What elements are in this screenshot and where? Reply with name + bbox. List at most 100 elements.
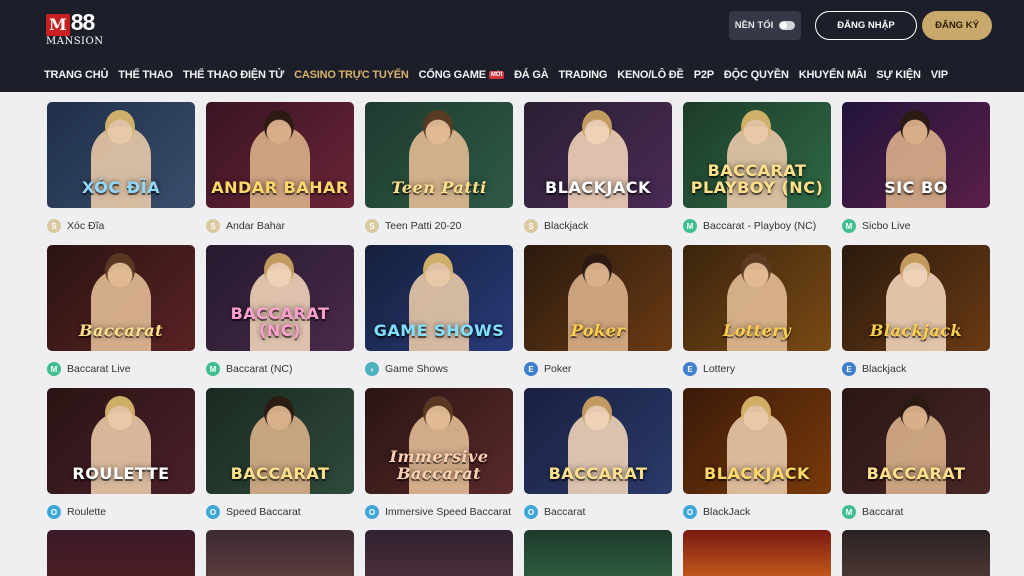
nav-item-1[interactable]: THỂ THAO <box>118 69 173 81</box>
game-name[interactable]: Speed Baccarat <box>226 506 301 518</box>
game-thumbnail[interactable]: BLACKJACK <box>683 388 831 494</box>
game-name[interactable]: Baccarat <box>862 506 903 518</box>
game-thumbnail[interactable]: BACCARAT <box>524 388 672 494</box>
game-name[interactable]: Baccarat Live <box>67 363 131 375</box>
game-card[interactable]: Lottery E Lottery <box>683 245 831 388</box>
game-card[interactable]: Immersive Baccarat O Immersive Speed Bacca… <box>365 388 513 531</box>
nav-item-label: THỂ THAO ĐIỆN TỬ <box>182 69 285 81</box>
game-thumbnail[interactable]: Teen Patti <box>365 102 513 208</box>
game-name[interactable]: Blackjack <box>544 220 588 232</box>
nav-item-7[interactable]: KENO/LÔ ĐỀ <box>617 69 684 81</box>
game-card[interactable]: BACCARAT (NC) M Baccarat (NC) <box>206 245 354 388</box>
game-name[interactable]: Blackjack <box>862 363 906 375</box>
nav-item-4[interactable]: CỔNG GAME MỚI <box>419 69 505 81</box>
game-name[interactable]: Poker <box>544 363 571 375</box>
game-name[interactable]: Andar Bahar <box>226 220 285 232</box>
game-card[interactable]: GAME SHOWS › Game Shows <box>365 245 513 388</box>
nav-item-11[interactable]: SỰ KIỆN <box>876 69 921 81</box>
game-banner-title: Teen Patti <box>391 178 487 197</box>
game-name[interactable]: Game Shows <box>385 363 448 375</box>
m88-mansion-logo[interactable]: M 88 MANSION <box>46 10 108 48</box>
nav-item-12[interactable]: VIP <box>931 69 948 81</box>
game-caption: M Baccarat - Playboy (NC) <box>683 218 831 234</box>
provider-sa-icon: S <box>47 219 61 233</box>
game-name[interactable]: Roulette <box>67 506 106 518</box>
provider-m-icon: M <box>842 505 856 519</box>
game-thumbnail[interactable]: Lottery <box>683 245 831 351</box>
game-card[interactable]: Baccarat M Baccarat Live <box>47 245 195 388</box>
game-thumbnail[interactable]: BACCARAT (NC) <box>206 245 354 351</box>
nav-item-8[interactable]: P2P <box>694 69 714 81</box>
game-card[interactable]: Blackjack E Blackjack <box>842 245 990 388</box>
game-thumbnail[interactable]: XÓC ĐĨA <box>47 102 195 208</box>
game-thumbnail[interactable]: Immersive Baccarat <box>365 388 513 494</box>
provider-sa-icon: S <box>206 219 220 233</box>
toggle-switch-icon[interactable] <box>779 21 796 30</box>
game-tile-partial[interactable] <box>47 530 195 576</box>
game-card[interactable]: BACCARAT O Speed Baccarat <box>206 388 354 531</box>
game-caption: O Immersive Speed Baccarat <box>365 504 513 520</box>
provider-arrow-icon: › <box>365 362 379 376</box>
dealer-head <box>741 253 771 287</box>
game-name[interactable]: BlackJack <box>703 506 750 518</box>
game-caption: O BlackJack <box>683 504 831 520</box>
nav-item-9[interactable]: ĐỘC QUYỀN <box>724 69 789 81</box>
game-card[interactable]: BLACKJACK O BlackJack <box>683 388 831 531</box>
game-name[interactable]: Baccarat (NC) <box>226 363 293 375</box>
game-card[interactable]: BACCARAT M Baccarat <box>842 388 990 531</box>
nav-item-10[interactable]: KHUYẾN MÃI <box>799 69 867 81</box>
game-card[interactable]: XÓC ĐĨA S Xóc Đĩa <box>47 102 195 245</box>
provider-o-icon: O <box>365 505 379 519</box>
nav-item-label: SỰ KIỆN <box>876 69 921 81</box>
game-name[interactable]: Sicbo Live <box>862 220 910 232</box>
game-name[interactable]: Lottery <box>703 363 735 375</box>
game-thumbnail[interactable]: ANDAR BAHAR <box>206 102 354 208</box>
game-thumbnail[interactable]: Poker <box>524 245 672 351</box>
game-name[interactable]: Xóc Đĩa <box>67 220 104 232</box>
game-card[interactable]: BACCARAT PLAYBOY (NC) M Baccarat - Playboy… <box>683 102 831 245</box>
game-banner-title: BACCARAT <box>866 464 966 483</box>
game-thumbnail[interactable]: SIC BO <box>842 102 990 208</box>
game-tile-partial[interactable] <box>365 530 513 576</box>
game-card[interactable]: ROULETTE O Roulette <box>47 388 195 531</box>
dealer-head <box>423 253 453 287</box>
game-card[interactable]: Teen Patti S Teen Patti 20-20 <box>365 102 513 245</box>
game-thumbnail[interactable]: ROULETTE <box>47 388 195 494</box>
game-thumbnail[interactable]: BLACKJACK <box>524 102 672 208</box>
game-thumbnail[interactable]: BACCARAT PLAYBOY (NC) <box>683 102 831 208</box>
game-name[interactable]: Immersive Speed Baccarat <box>385 506 511 518</box>
game-thumbnail[interactable]: BACCARAT <box>206 388 354 494</box>
game-name[interactable]: Baccarat - Playboy (NC) <box>703 220 816 232</box>
nav-item-5[interactable]: ĐÁ GÀ <box>514 69 549 81</box>
game-thumbnail[interactable]: BACCARAT <box>842 388 990 494</box>
game-card[interactable]: BACCARAT O Baccarat <box>524 388 672 531</box>
nav-item-2[interactable]: THỂ THAO ĐIỆN TỬ <box>183 69 284 81</box>
game-name[interactable]: Baccarat <box>544 506 585 518</box>
game-tile-partial[interactable] <box>842 530 990 576</box>
nav-item-6[interactable]: TRADING <box>559 69 608 81</box>
game-tile-partial[interactable] <box>206 530 354 576</box>
nav-item-label: TRANG CHỦ <box>44 69 109 81</box>
game-thumbnail[interactable]: Baccarat <box>47 245 195 351</box>
game-card[interactable]: Poker E Poker <box>524 245 672 388</box>
top-header: M 88 MANSION NỀN TỐI ĐĂNG NHẬP ĐĂNG KÝ T… <box>0 0 1024 92</box>
game-banner-title: Immersive Baccarat <box>389 447 489 483</box>
game-tile-partial[interactable] <box>524 530 672 576</box>
game-card[interactable]: ANDAR BAHAR S Andar Bahar <box>206 102 354 245</box>
nav-item-0[interactable]: TRANG CHỦ <box>44 69 108 81</box>
nav-item-3[interactable]: CASINO TRỰC TUYẾN <box>294 69 409 81</box>
dealer-head <box>105 110 135 144</box>
game-name[interactable]: Teen Patti 20-20 <box>385 220 461 232</box>
game-caption: S Andar Bahar <box>206 218 354 234</box>
register-button[interactable]: ĐĂNG KÝ <box>922 11 992 40</box>
game-thumbnail[interactable]: GAME SHOWS <box>365 245 513 351</box>
game-thumbnail[interactable]: Blackjack <box>842 245 990 351</box>
dealer-head <box>741 396 771 430</box>
game-caption: M Sicbo Live <box>842 218 990 234</box>
game-card[interactable]: BLACKJACK S Blackjack <box>524 102 672 245</box>
dark-mode-toggle[interactable]: NỀN TỐI <box>729 11 801 40</box>
game-caption: › Game Shows <box>365 361 513 377</box>
game-card[interactable]: SIC BO M Sicbo Live <box>842 102 990 245</box>
game-tile-partial[interactable] <box>683 530 831 576</box>
login-button[interactable]: ĐĂNG NHẬP <box>815 11 917 40</box>
